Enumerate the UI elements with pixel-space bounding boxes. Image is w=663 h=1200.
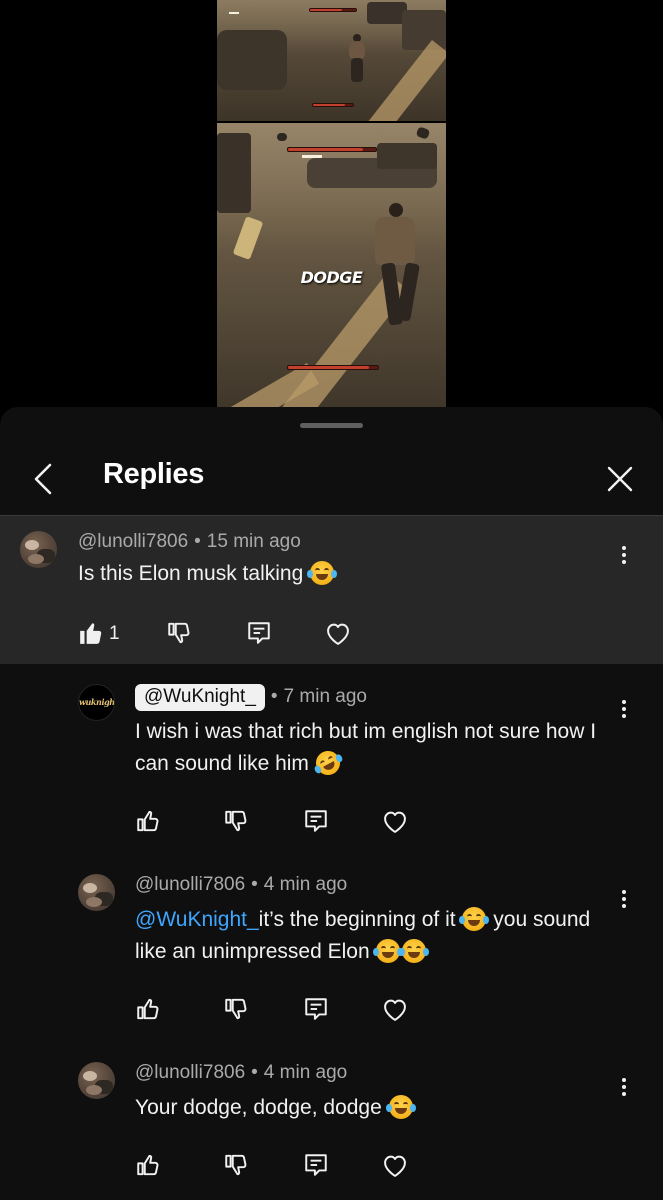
joy-emoji <box>373 939 404 963</box>
comment-meta: @lunolli7806 • 4 min ago <box>135 874 348 895</box>
player-health-bar <box>312 103 354 107</box>
boss-health-bar <box>287 147 377 152</box>
thumb-down-icon <box>225 1154 247 1176</box>
more-options-button[interactable] <box>612 1070 636 1104</box>
thumb-down-icon <box>225 998 247 1020</box>
reply-button[interactable] <box>303 808 333 838</box>
avatar[interactable] <box>78 1062 115 1099</box>
comment-meta: @WuKnight_ • 7 min ago <box>135 684 367 711</box>
reply-item: wuknight @WuKnight_ • 7 min ago I wish i w… <box>0 664 663 854</box>
player-health-bar <box>287 365 379 370</box>
replies-sheet: Replies @lunolli7806 • 15 min ago Is this … <box>0 407 663 1200</box>
comment-text: Your dodge, dodge, dodge <box>135 1092 605 1124</box>
comment-text: I wish i was that rich but im english no… <box>135 716 605 780</box>
heart-button[interactable] <box>381 1152 411 1182</box>
like-button[interactable] <box>135 808 165 838</box>
comment-time: 4 min ago <box>263 1062 348 1083</box>
reply-button[interactable] <box>303 1152 333 1182</box>
reply-button[interactable] <box>303 996 333 1026</box>
comment-time: 15 min ago <box>206 531 301 552</box>
dislike-button[interactable] <box>223 996 253 1026</box>
joy-emoji <box>307 561 338 585</box>
avatar[interactable] <box>20 531 57 568</box>
avatar[interactable] <box>78 874 115 911</box>
comment-meta: @lunolli7806 • 15 min ago <box>78 531 301 552</box>
more-options-button[interactable] <box>612 882 636 916</box>
heart-icon <box>384 999 406 1021</box>
like-count: 1 <box>109 623 120 644</box>
comment-actions: 1 <box>78 620 378 654</box>
close-icon <box>607 466 633 492</box>
rofl-emoji <box>311 746 345 780</box>
video-frame-top <box>217 0 446 121</box>
drag-handle[interactable] <box>300 423 363 428</box>
more-options-button[interactable] <box>612 538 636 572</box>
rock <box>402 10 446 50</box>
joy-emoji <box>459 907 490 931</box>
more-options-button[interactable] <box>612 692 636 726</box>
video-player[interactable]: DODGE <box>0 0 663 410</box>
back-button[interactable] <box>22 457 66 501</box>
heart-icon <box>384 1155 406 1177</box>
rock <box>367 2 407 24</box>
sheet-header: Replies <box>0 443 663 516</box>
rock <box>217 133 251 213</box>
thumb-up-icon <box>137 810 159 832</box>
back-chevron-icon <box>34 463 52 495</box>
comment-text: Is this Elon musk talking <box>78 558 338 590</box>
sheet-title: Replies <box>103 458 205 490</box>
close-button[interactable] <box>598 457 642 501</box>
joy-emoji <box>385 1095 416 1119</box>
like-button[interactable] <box>135 1152 165 1182</box>
thumb-down-icon <box>225 810 247 832</box>
thumb-down-icon <box>168 622 190 644</box>
dislike-button[interactable] <box>223 808 253 838</box>
reply-button[interactable] <box>246 620 276 650</box>
heart-button[interactable] <box>324 620 354 650</box>
reply-item: @lunolli7806 • 4 min ago Your dodge, dodge… <box>0 1042 663 1200</box>
creator-handle-chip[interactable]: @WuKnight_ <box>135 684 265 711</box>
thumb-up-icon <box>80 623 102 644</box>
highlighted-comment: @lunolli7806 • 15 min ago Is this Elon mus… <box>0 516 663 664</box>
dislike-button[interactable] <box>166 620 196 650</box>
comment-meta: @lunolli7806 • 4 min ago <box>135 1062 348 1083</box>
thumb-up-icon <box>137 1154 159 1176</box>
comment-author[interactable]: @lunolli7806 <box>78 531 188 552</box>
mention-link[interactable]: @WuKnight_ <box>135 908 259 931</box>
comment-actions <box>135 808 435 842</box>
creator-avatar[interactable]: wuknight <box>78 684 115 721</box>
dislike-button[interactable] <box>223 1152 253 1182</box>
comment-time: 7 min ago <box>283 686 367 707</box>
joy-emoji <box>399 939 430 963</box>
comment-time: 4 min ago <box>263 874 348 895</box>
comment-actions <box>135 996 435 1030</box>
thumb-up-icon <box>137 998 159 1020</box>
heart-icon <box>327 623 349 645</box>
heart-button[interactable] <box>381 996 411 1026</box>
boss-health-bar <box>309 8 357 12</box>
comment-author[interactable]: @lunolli7806 <box>135 1062 245 1083</box>
comment-author[interactable]: @lunolli7806 <box>135 874 245 895</box>
comment-text: @WuKnight_it’s the beginning of it you s… <box>135 907 591 963</box>
comment-actions <box>135 1152 435 1186</box>
reply-icon <box>305 1154 327 1176</box>
heart-button[interactable] <box>381 808 411 838</box>
reply-item: @lunolli7806 • 4 min ago @WuKnight_it’s th… <box>0 854 663 1042</box>
dodge-overlay-text: DODGE <box>300 268 363 287</box>
heart-icon <box>384 811 406 833</box>
reply-icon <box>248 622 270 644</box>
reply-icon <box>305 810 327 832</box>
like-button[interactable] <box>135 996 165 1026</box>
reply-icon <box>305 998 327 1020</box>
rock <box>377 143 437 169</box>
like-button[interactable] <box>78 620 108 650</box>
video-frame-main: DODGE <box>217 123 446 410</box>
debris <box>277 133 287 141</box>
rock <box>217 30 287 90</box>
